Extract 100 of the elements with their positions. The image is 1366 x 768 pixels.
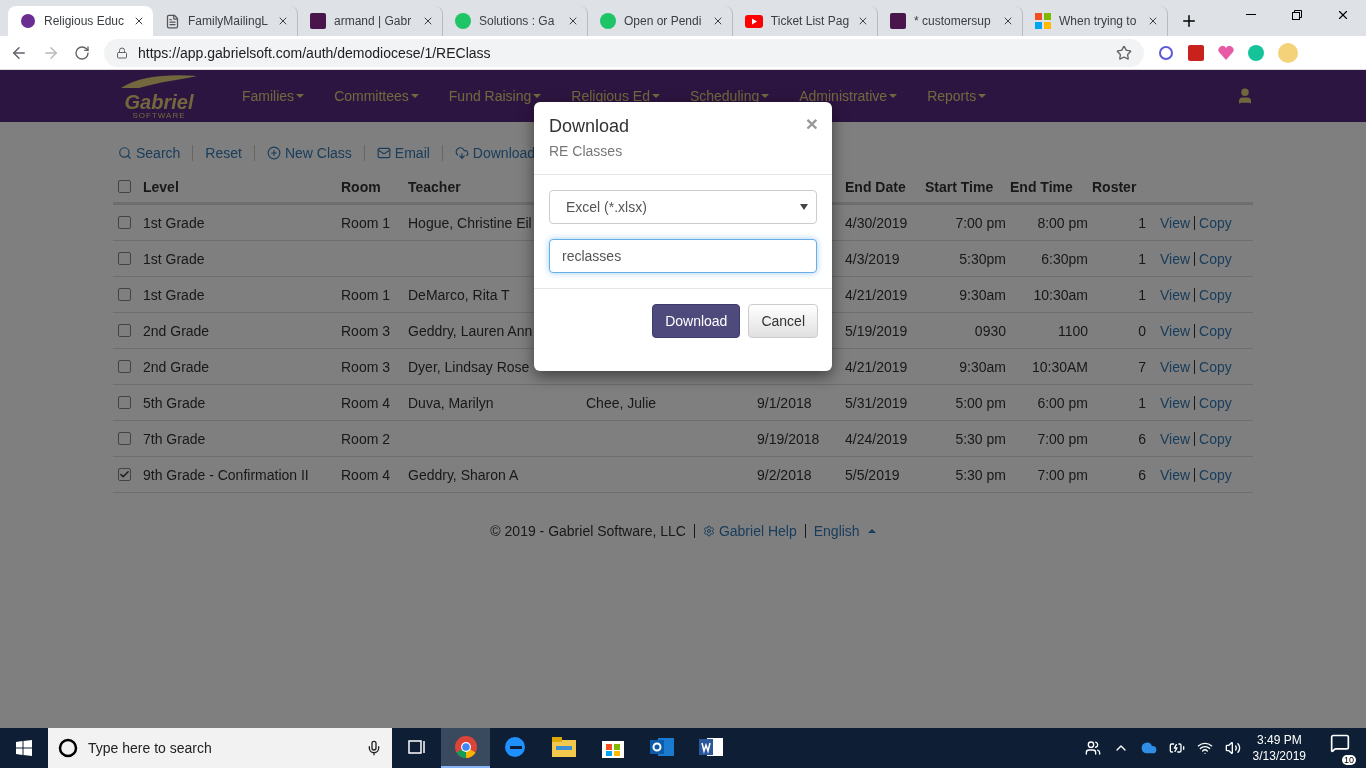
restore-icon[interactable] xyxy=(1292,10,1302,20)
row-link[interactable]: View xyxy=(1160,322,1191,339)
close-icon[interactable] xyxy=(1002,15,1014,27)
close-icon[interactable] xyxy=(277,15,289,27)
notification-button[interactable]: 10 xyxy=(1328,731,1356,765)
row-link[interactable]: Copy xyxy=(1199,250,1232,267)
checkbox[interactable] xyxy=(118,288,131,301)
download-button[interactable]: Download xyxy=(652,304,741,338)
user-icon[interactable] xyxy=(1236,87,1254,105)
minimize-icon[interactable] xyxy=(1246,14,1256,16)
checkbox[interactable] xyxy=(118,252,131,265)
row-link[interactable]: View xyxy=(1160,358,1191,375)
task-view-icon[interactable] xyxy=(407,739,426,755)
microphone-icon[interactable] xyxy=(366,740,382,756)
notification-count: 10 xyxy=(1342,755,1356,765)
table-cell: 9:30am xyxy=(959,286,1006,303)
clock[interactable]: 3:49 PM 3/13/2019 xyxy=(1252,732,1306,764)
column-header: End Date xyxy=(845,178,906,195)
cloud-icon[interactable] xyxy=(1140,740,1157,756)
taskbar-search-field[interactable]: Type here to search xyxy=(48,728,392,768)
cloud-download-icon xyxy=(454,146,469,160)
wifi-icon[interactable] xyxy=(1196,740,1213,756)
close-icon[interactable] xyxy=(1147,15,1159,27)
nav-menu[interactable]: Religious Ed xyxy=(556,88,675,104)
table-cell: Room 3 xyxy=(341,358,391,375)
close-icon[interactable] xyxy=(857,15,869,27)
toolbar-link[interactable]: Reset xyxy=(192,145,254,161)
new-tab-icon[interactable] xyxy=(1180,12,1198,30)
table-cell: 5/19/2019 xyxy=(845,322,908,339)
table-cell: 5:00 pm xyxy=(955,394,1006,411)
close-icon[interactable] xyxy=(1336,8,1350,22)
chrome-icon[interactable] xyxy=(453,735,478,759)
caret-icon xyxy=(651,94,660,98)
filename-field[interactable]: reclasses xyxy=(549,239,817,273)
cancel-button[interactable]: Cancel xyxy=(748,304,818,338)
folder-icon[interactable] xyxy=(551,737,576,757)
heart-icon[interactable] xyxy=(1218,44,1234,61)
close-icon[interactable] xyxy=(422,15,434,27)
checkbox[interactable] xyxy=(118,216,131,229)
checkbox[interactable] xyxy=(118,324,131,337)
table-cell: 1 xyxy=(1138,214,1146,231)
row-link[interactable]: View xyxy=(1160,214,1191,231)
row-link[interactable]: View xyxy=(1160,466,1191,483)
people-icon[interactable] xyxy=(1084,740,1101,756)
star-icon[interactable] xyxy=(1116,44,1132,61)
table-cell: 5:30 pm xyxy=(955,430,1006,447)
row-link[interactable]: Copy xyxy=(1199,358,1232,375)
nav-menu[interactable]: Committees xyxy=(319,88,434,104)
table-cell: 1100 xyxy=(1057,322,1088,339)
toolbar-link[interactable]: New Class xyxy=(253,145,364,161)
reload-icon[interactable] xyxy=(74,44,90,61)
windows-start-icon[interactable] xyxy=(16,740,32,756)
toolbar-link[interactable]: Email xyxy=(363,145,442,161)
row-link[interactable]: Copy xyxy=(1199,322,1232,339)
row-link[interactable]: View xyxy=(1160,394,1191,411)
nav-menu[interactable]: Fund Raising xyxy=(433,88,557,104)
mail-app-icon[interactable] xyxy=(649,736,674,758)
checkbox[interactable] xyxy=(118,432,131,445)
close-button[interactable]: × xyxy=(805,112,818,136)
row-link[interactable]: View xyxy=(1160,430,1191,447)
close-icon[interactable] xyxy=(567,15,579,27)
extension-icon[interactable] xyxy=(1188,44,1204,61)
row-link[interactable]: View xyxy=(1160,250,1191,267)
row-link[interactable]: Copy xyxy=(1199,286,1232,303)
logo[interactable]: Gabriel SOFTWARE xyxy=(113,72,205,120)
checkbox[interactable] xyxy=(118,360,131,373)
close-icon[interactable] xyxy=(712,15,724,27)
caret-icon xyxy=(978,94,987,98)
browser-tab[interactable]: Religious Educ xyxy=(8,6,153,36)
checkbox[interactable] xyxy=(118,180,131,193)
format-select[interactable]: Excel (*.xlsx) xyxy=(549,190,817,224)
row-link[interactable]: Copy xyxy=(1199,394,1232,411)
address-bar[interactable]: https://app.gabrielsoft.com/auth/demodiocese/1/REClass xyxy=(104,38,1144,67)
row-link[interactable]: Copy xyxy=(1199,466,1232,483)
volume-icon[interactable] xyxy=(1224,740,1241,756)
document-app-icon[interactable] xyxy=(698,736,723,758)
nav-menu[interactable]: Scheduling xyxy=(674,88,785,104)
column-header: Room xyxy=(341,178,381,195)
extension-icon[interactable] xyxy=(1158,44,1174,61)
nav-menu[interactable]: Administrative xyxy=(784,88,913,104)
nav-menu[interactable]: Families xyxy=(227,88,320,104)
checkbox[interactable] xyxy=(118,468,131,481)
document-icon xyxy=(165,13,180,29)
table-cell: 9/1/2018 xyxy=(757,394,812,411)
row-link[interactable]: Copy xyxy=(1199,430,1232,447)
close-icon[interactable] xyxy=(133,15,145,27)
table-cell: 10:30am xyxy=(1033,286,1088,303)
table-cell: 1 xyxy=(1138,286,1146,303)
toolbar-link[interactable]: Search xyxy=(113,145,193,161)
battery-icon[interactable] xyxy=(1168,740,1185,756)
table-cell: 9/19/2018 xyxy=(757,430,820,447)
edge-icon[interactable] xyxy=(503,736,526,758)
row-link[interactable]: View xyxy=(1160,286,1191,303)
nav-menu[interactable]: Reports xyxy=(912,88,1002,104)
checkbox[interactable] xyxy=(118,396,131,409)
row-link[interactable]: Copy xyxy=(1199,214,1232,231)
help-link[interactable]: Gabriel Help xyxy=(718,523,797,539)
caret-icon xyxy=(296,94,305,98)
language-link[interactable]: English xyxy=(813,523,860,539)
play-icon xyxy=(745,14,763,28)
